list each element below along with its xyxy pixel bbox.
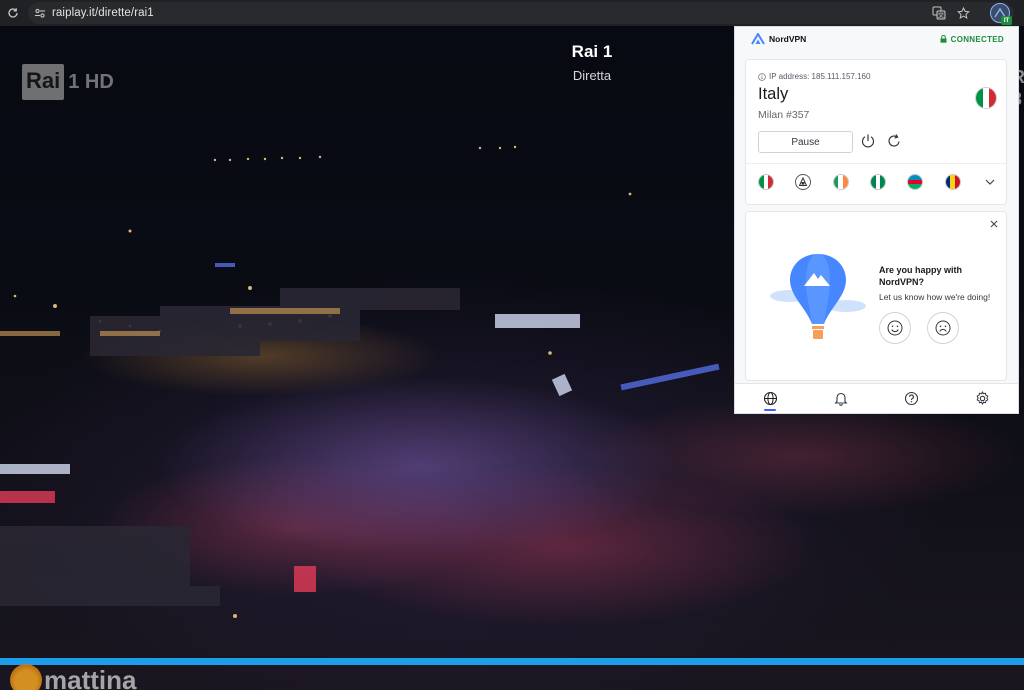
settings-icon[interactable]: [969, 386, 997, 412]
program-logo: mattina: [10, 664, 136, 690]
channel-subtitle: Diretta: [572, 68, 612, 83]
pause-button[interactable]: Pause: [758, 131, 853, 153]
rai1-hd-logo: Rai 1 HD: [22, 64, 114, 100]
feedback-title: Are you happy with NordVPN?: [879, 265, 963, 287]
hot-air-balloon-illustration: [770, 254, 866, 339]
ip-address: IP address: 185.111.157.160: [758, 72, 870, 81]
sad-face-icon: [935, 320, 951, 336]
channel-title: Rai 1: [571, 42, 613, 61]
bookmark-star-icon[interactable]: [954, 4, 972, 22]
feedback-card: Are you happy with NordVPN? Let us know …: [745, 211, 1007, 381]
nordvpn-extension-icon[interactable]: IT: [990, 3, 1012, 25]
url-text[interactable]: raiplay.it/dirette/rai1: [52, 7, 154, 19]
vpn-bottom-nav: [735, 383, 1018, 413]
romania-flag-icon[interactable]: [944, 174, 961, 190]
connection-card: IP address: 185.111.157.160 Italy Milan …: [745, 59, 1007, 205]
feedback-subtitle: Let us know how we're doing!: [879, 292, 991, 302]
translate-icon[interactable]: 文: [930, 4, 948, 22]
italy-flag-icon: [975, 87, 997, 109]
reconnect-icon[interactable]: [886, 133, 902, 154]
chevron-down-icon[interactable]: [982, 174, 998, 190]
ireland-flag-icon[interactable]: [832, 174, 849, 190]
sun-icon: [10, 664, 42, 690]
connection-status: CONNECTED: [940, 35, 1004, 44]
happy-face-icon: [887, 320, 903, 336]
connected-country: Italy: [758, 85, 789, 103]
country-badge: IT: [1001, 16, 1012, 25]
vpn-header: NordVPN CONNECTED: [735, 27, 1018, 51]
lock-icon: [940, 35, 947, 43]
bell-icon[interactable]: [827, 386, 855, 412]
nigeria-flag-icon[interactable]: [869, 174, 886, 190]
recent-connections: [758, 174, 998, 190]
happy-face-button[interactable]: [879, 312, 911, 344]
site-info-icon[interactable]: [28, 7, 52, 19]
connected-server: Milan #357: [758, 109, 810, 121]
nordvpn-logo: NordVPN: [751, 33, 806, 45]
divider: [746, 163, 1006, 164]
progress-bar[interactable]: [0, 658, 1024, 665]
info-icon: [758, 72, 766, 81]
browser-toolbar: raiplay.it/dirette/rai1 文 IT: [0, 0, 1024, 26]
svg-text:文: 文: [938, 12, 944, 20]
globe-icon[interactable]: [756, 386, 784, 412]
italy-flag-icon[interactable]: [758, 174, 774, 190]
azerbaijan-flag-icon[interactable]: [907, 174, 924, 190]
help-icon[interactable]: [898, 386, 926, 412]
nordvpn-popup: NordVPN CONNECTED IP address: 185.111.15…: [734, 26, 1019, 414]
nordvpn-mountain-icon: [751, 33, 765, 45]
power-icon[interactable]: [860, 133, 876, 154]
close-icon[interactable]: [990, 219, 998, 231]
sad-face-button[interactable]: [927, 312, 959, 344]
address-bar[interactable]: raiplay.it/dirette/rai1 文 IT: [28, 2, 1014, 25]
special-server-icon[interactable]: [795, 174, 812, 190]
reload-icon[interactable]: [2, 2, 24, 24]
